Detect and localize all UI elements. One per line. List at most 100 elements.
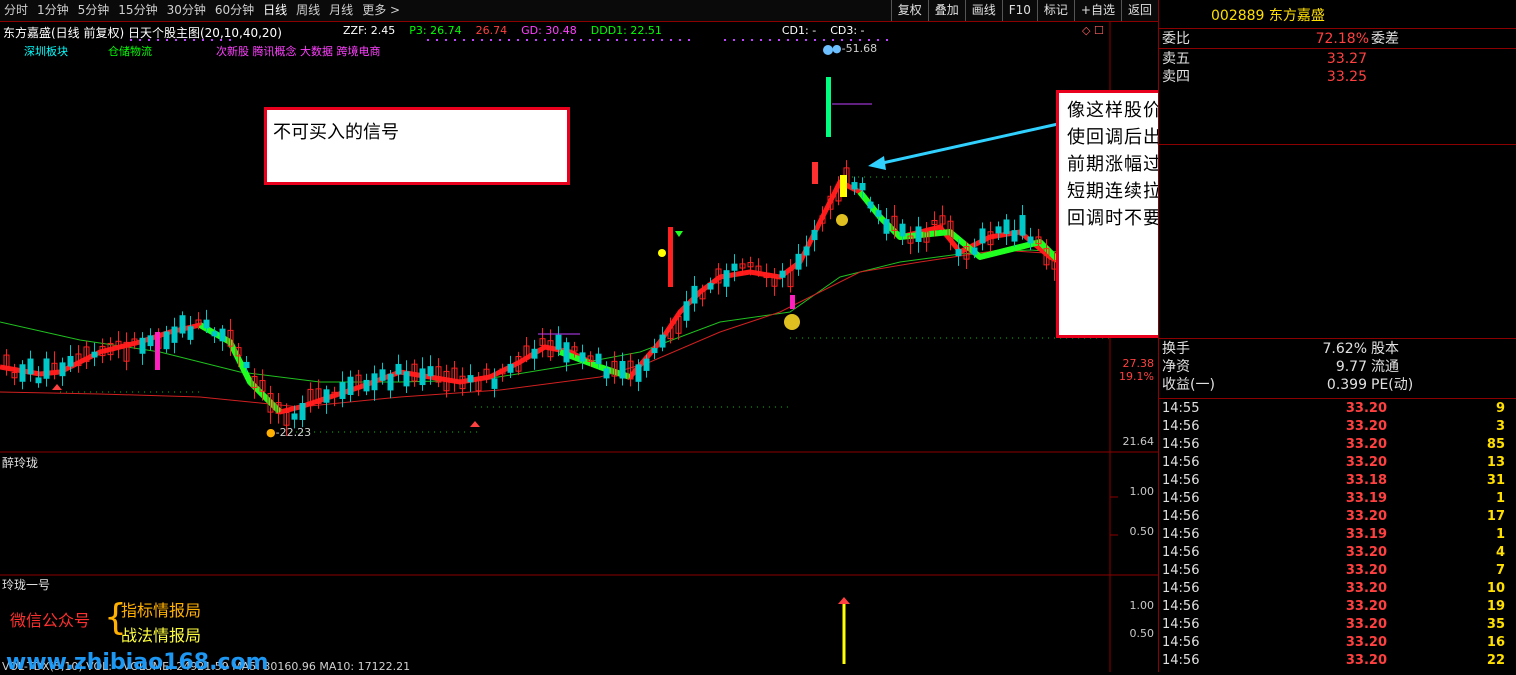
tick-row[interactable]: 14:55 33.20 9 — [1159, 400, 1516, 418]
tick-row[interactable]: 14:56 33.20 19 — [1159, 598, 1516, 616]
signal-dot — [742, 39, 744, 41]
candle-body — [875, 210, 882, 217]
tick-row[interactable]: 14:56 33.20 13 — [1159, 454, 1516, 472]
signal-dot — [463, 39, 465, 41]
stat-value: 7.62% — [1322, 341, 1367, 357]
stat-label: 净资 — [1162, 359, 1190, 375]
tick-time: 14:56 — [1162, 437, 1200, 452]
signal-dot — [598, 39, 600, 41]
tick-time: 14:56 — [1162, 599, 1200, 614]
candle-body — [731, 263, 738, 271]
signal-dot — [436, 39, 438, 41]
wechat-item-2: 战法情报局 — [121, 626, 202, 645]
sub-panel-2-title: 玲珑一号 — [2, 578, 51, 592]
period-tab-5[interactable]: 60分钟 — [215, 0, 254, 21]
period-tab-2[interactable]: 5分钟 — [78, 0, 110, 21]
tick-row[interactable]: 14:56 33.20 7 — [1159, 562, 1516, 580]
signal-dot — [625, 39, 627, 41]
kline-canvas[interactable] — [0, 22, 1158, 672]
candle-body — [803, 246, 810, 256]
signal-dot — [427, 39, 429, 41]
signal-dot — [472, 39, 474, 41]
period-tab-1[interactable]: 1分钟 — [37, 0, 69, 21]
candle-body — [899, 223, 906, 237]
period-tab-9[interactable]: 更多 > — [362, 0, 400, 21]
tick-row[interactable]: 14:56 33.18 31 — [1159, 472, 1516, 490]
signal-dot — [661, 39, 663, 41]
tool-button-4[interactable]: 标记 — [1036, 0, 1074, 21]
ask-row[interactable]: 卖四 33.25 — [1159, 68, 1516, 86]
tick-row[interactable]: 14:56 33.20 16 — [1159, 634, 1516, 652]
period-tab-6[interactable]: 日线 — [263, 0, 287, 21]
period-tab-4[interactable]: 30分钟 — [167, 0, 206, 21]
candle-body — [19, 364, 26, 382]
tick-row[interactable]: 14:56 33.20 10 — [1159, 580, 1516, 598]
candle-body — [507, 363, 514, 373]
tick-time: 14:56 — [1162, 527, 1200, 542]
stat-label-2: 流通 — [1371, 359, 1399, 375]
buy-arrow-icon — [52, 384, 62, 390]
tool-button-3[interactable]: F10 — [1001, 0, 1037, 21]
period-tab-8[interactable]: 月线 — [329, 0, 353, 21]
low-price-label: ●-22.23 — [266, 426, 312, 439]
candle-body — [811, 230, 818, 241]
tick-price: 33.20 — [1345, 419, 1387, 434]
tick-row[interactable]: 14:56 33.20 3 — [1159, 418, 1516, 436]
tool-button-0[interactable]: 复权 — [890, 0, 928, 21]
smiley-icon — [784, 314, 800, 330]
tool-button-1[interactable]: 叠加 — [927, 0, 965, 21]
note-not-buyable: 不可买入的信号 — [264, 107, 570, 185]
stock-tag-2[interactable]: 次新股 腾讯概念 大数据 跨境电商 — [216, 45, 381, 58]
tick-volume: 13 — [1486, 455, 1505, 470]
candle-body — [531, 348, 538, 359]
candle-body — [795, 253, 802, 270]
candle-body — [163, 331, 170, 350]
quote-panel: 002889 东方嘉盛 委比 72.18% 委差 卖五 33.27 卖四 33.25 … — [1158, 0, 1516, 672]
chart-options-icon[interactable]: ◇ ☐ — [1082, 24, 1104, 37]
tick-row[interactable]: 14:56 33.20 22 — [1159, 652, 1516, 670]
signal-candle — [155, 332, 160, 370]
signal-dot — [508, 39, 510, 41]
tick-time: 14:55 — [1162, 401, 1200, 416]
ask-row[interactable]: 卖五 33.27 — [1159, 50, 1516, 68]
tick-time: 14:56 — [1162, 617, 1200, 632]
stock-tag-1[interactable]: 仓储物流 — [108, 45, 152, 58]
kline-chart[interactable]: 东方嘉盛(日线 前复权) 日天个股主图(20,10,40,20) ZZF: 2.… — [0, 22, 1468, 675]
signal-dot — [859, 39, 861, 41]
tool-button-5[interactable]: +自选 — [1073, 0, 1121, 21]
candle-body — [995, 226, 1002, 234]
tick-row[interactable]: 14:56 33.19 1 — [1159, 526, 1516, 544]
candle-body — [243, 361, 250, 369]
tick-row[interactable]: 14:56 33.20 35 — [1159, 616, 1516, 634]
tick-volume: 1 — [1495, 527, 1505, 542]
high-price-label: ●-51.68 — [832, 42, 878, 55]
candle-body — [659, 334, 666, 348]
tick-volume: 17 — [1486, 509, 1505, 524]
surge-candle — [668, 227, 673, 287]
stat-row: 收益(一) 0.399 PE(动) — [1159, 376, 1516, 394]
period-tab-0[interactable]: 分时 — [4, 0, 28, 21]
candle-body — [203, 319, 210, 329]
signal-dot — [643, 39, 645, 41]
tick-time: 14:56 — [1162, 653, 1200, 668]
tick-row[interactable]: 14:56 33.20 17 — [1159, 508, 1516, 526]
tool-button-6[interactable]: 返回 — [1120, 0, 1158, 21]
period-tab-7[interactable]: 周线 — [296, 0, 320, 21]
candle-body — [379, 369, 386, 381]
tick-row[interactable]: 14:56 33.19 1 — [1159, 490, 1516, 508]
candle-body — [579, 352, 586, 362]
candle-body — [179, 315, 186, 334]
candle-body — [91, 351, 98, 358]
signal-dot — [571, 39, 573, 41]
period-tab-3[interactable]: 15分钟 — [118, 0, 157, 21]
candle-body — [363, 379, 370, 392]
stat-label-2: PE(动) — [1371, 377, 1414, 393]
tick-row[interactable]: 14:56 33.20 85 — [1159, 436, 1516, 454]
signal-dot — [652, 39, 654, 41]
surge-candle — [812, 162, 818, 184]
tick-row[interactable]: 14:56 33.20 4 — [1159, 544, 1516, 562]
tool-button-2[interactable]: 画线 — [964, 0, 1002, 21]
ask-price: 33.27 — [1326, 51, 1367, 67]
stock-tag-0[interactable]: 深圳板块 — [24, 45, 68, 58]
signal-candle — [790, 295, 795, 309]
